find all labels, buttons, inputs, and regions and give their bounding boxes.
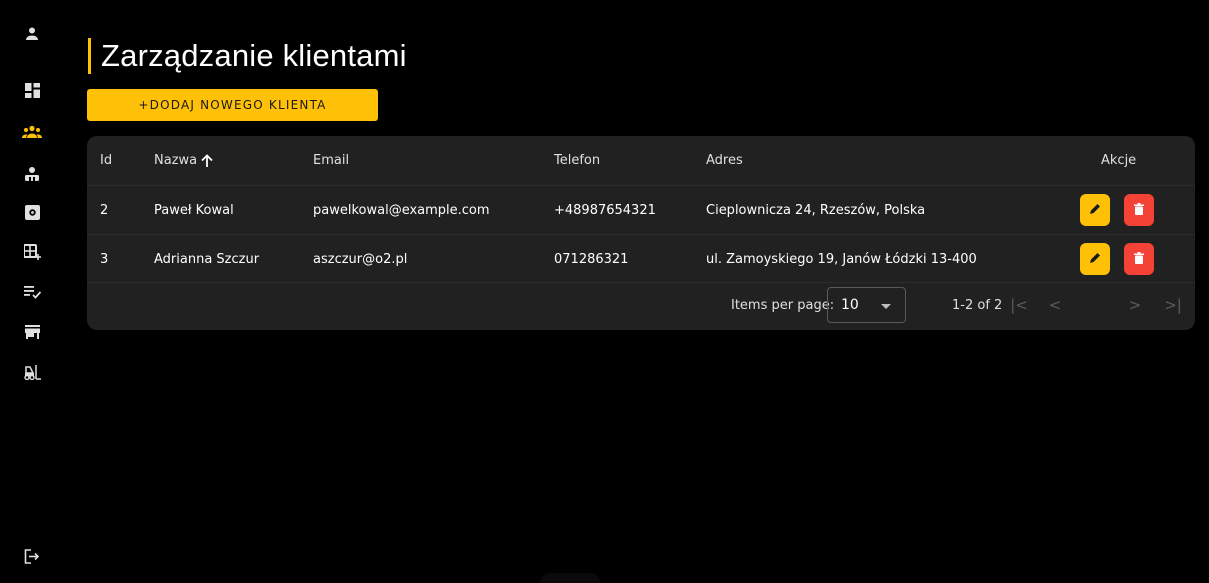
cell-id: 2 (100, 202, 109, 218)
sidebar-item-profile[interactable] (16, 20, 48, 48)
sidebar-item-store[interactable] (16, 318, 48, 346)
chevron-left-icon: < (1048, 296, 1062, 314)
header-id[interactable]: Id (100, 136, 112, 184)
edit-button[interactable] (1080, 194, 1110, 226)
main-content: Zarządzanie klientami +DODAJ NOWEGO KLIE… (64, 0, 1209, 583)
table-row: 3 Adrianna Szczur aszczur@o2.pl 07128632… (87, 235, 1195, 283)
cell-email: aszczur@o2.pl (313, 251, 408, 267)
logout-button[interactable] (16, 542, 48, 570)
header-akcje: Akcje (1101, 152, 1137, 168)
sidebar-item-clients[interactable] (16, 118, 48, 146)
clients-table: Id Nazwa Email Telefon Adres Akcje 2 Paw… (87, 136, 1195, 330)
first-page-icon: |< (1010, 296, 1028, 314)
dashboard-icon (24, 82, 40, 98)
header-email[interactable]: Email (313, 136, 349, 184)
header-nazwa[interactable]: Nazwa (154, 136, 213, 184)
store-icon (24, 325, 40, 339)
app-window: Zarządzanie klientami +DODAJ NOWEGO KLIE… (0, 0, 1209, 583)
page-header: Zarządzanie klientami (88, 38, 407, 74)
page-size-select[interactable]: 10 (827, 287, 906, 323)
page-title: Zarządzanie klientami (101, 38, 407, 73)
sidebar-item-add-table[interactable] (16, 238, 48, 266)
title-accent-bar (88, 38, 91, 74)
items-per-page-label: Items per page: (731, 297, 835, 313)
cell-adres: ul. Zamoyskiego 19, Janów Łódzki 13-400 (706, 251, 977, 267)
chevron-down-icon (881, 304, 891, 309)
prev-page-button[interactable]: < (1041, 291, 1069, 319)
cell-id: 3 (100, 251, 109, 267)
edit-icon (1089, 203, 1101, 218)
person-pin-icon (24, 166, 40, 182)
add-client-button[interactable]: +DODAJ NOWEGO KLIENTA (87, 89, 378, 121)
sort-asc-icon (201, 153, 213, 167)
header-telefon[interactable]: Telefon (554, 136, 600, 184)
paginator: Items per page: 10 1-2 of 2 |< < > >| (87, 281, 1195, 329)
trash-icon (1134, 202, 1144, 218)
cell-telefon: 071286321 (554, 251, 629, 267)
last-page-icon: >| (1164, 296, 1182, 314)
checklist-icon (23, 285, 41, 299)
cell-adres: Cieplownicza 24, Rzeszów, Polska (706, 202, 926, 218)
delete-button[interactable] (1124, 243, 1154, 275)
page-range-label: 1-2 of 2 (952, 297, 1003, 313)
forklift-icon (23, 364, 41, 380)
header-adres[interactable]: Adres (706, 136, 743, 184)
chevron-right-icon: > (1128, 296, 1142, 314)
sidebar-item-dashboard[interactable] (16, 76, 48, 104)
edit-button[interactable] (1080, 243, 1110, 275)
add-grid-icon (23, 243, 41, 261)
edit-icon (1089, 252, 1101, 267)
sidebar-item-services[interactable] (16, 198, 48, 226)
settings-box-icon (24, 204, 40, 220)
groups-icon (22, 125, 42, 139)
next-page-button[interactable]: > (1121, 291, 1149, 319)
bottom-handle (540, 573, 600, 583)
cell-nazwa: Adrianna Szczur (154, 251, 260, 267)
table-row: 2 Paweł Kowal pawelkowal@example.com +48… (87, 186, 1195, 234)
logout-icon (24, 548, 40, 564)
last-page-button[interactable]: >| (1159, 291, 1187, 319)
delete-button[interactable] (1124, 194, 1154, 226)
cell-nazwa: Paweł Kowal (154, 202, 234, 218)
trash-icon (1134, 251, 1144, 267)
table-header-row: Id Nazwa Email Telefon Adres Akcje (87, 136, 1195, 184)
cell-telefon: +48987654321 (554, 202, 656, 218)
first-page-button[interactable]: |< (1005, 291, 1033, 319)
sidebar-item-warehouse[interactable] (16, 358, 48, 386)
sidebar-item-tasks[interactable] (16, 278, 48, 306)
page-size-value: 10 (841, 297, 859, 313)
person-icon (24, 26, 40, 42)
sidebar (0, 0, 64, 583)
cell-email: pawelkowal@example.com (313, 202, 490, 218)
sidebar-item-employees[interactable] (16, 160, 48, 188)
header-nazwa-label: Nazwa (154, 152, 198, 168)
